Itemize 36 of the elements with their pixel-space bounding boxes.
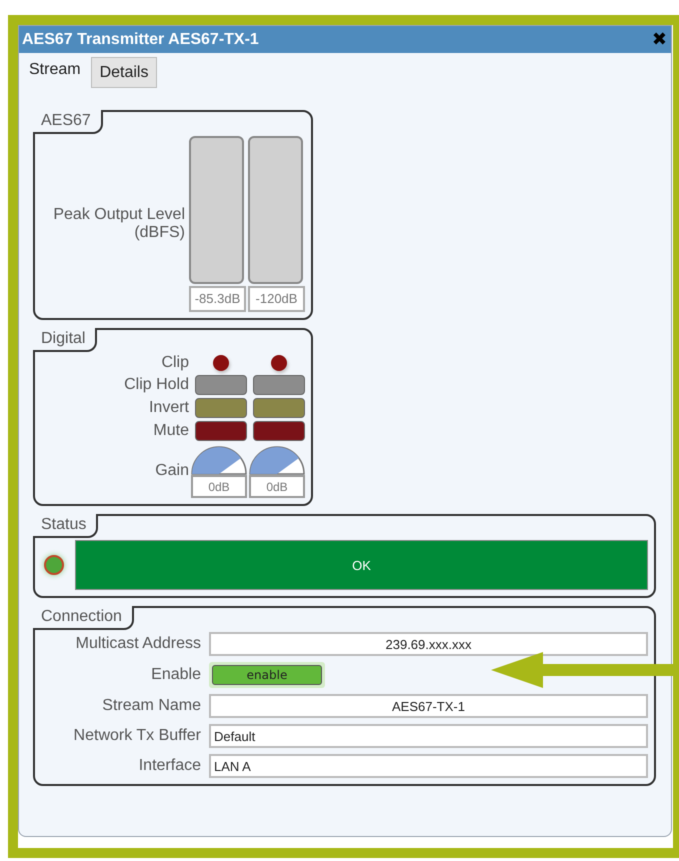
window-title: AES67 Transmitter AES67-TX-1: [22, 30, 259, 48]
close-button[interactable]: ✖: [652, 29, 667, 50]
row-label: Gain: [155, 462, 189, 480]
group-title: Connection: [33, 606, 134, 630]
meter-label: Peak Output Level (dBFS): [53, 206, 185, 242]
row-label: Clip Hold: [124, 376, 189, 394]
tab[interactable]: Details: [90, 57, 158, 88]
gain-reading: 0dB: [191, 475, 247, 498]
gain-knob[interactable]: [249, 444, 305, 475]
group-title: Status: [33, 514, 98, 538]
status-bar: OK: [75, 540, 648, 590]
input-field[interactable]: AES67-TX-1: [209, 694, 648, 718]
field-label: Multicast Address: [74, 635, 201, 653]
toggle-button[interactable]: [253, 398, 305, 418]
group-title: AES67: [33, 110, 103, 134]
field-label: Stream Name: [101, 697, 201, 715]
input-field[interactable]: 239.69.xxx.xxx: [209, 632, 648, 656]
gain-knob[interactable]: [191, 444, 247, 475]
field-label: Enable: [150, 666, 201, 684]
toggle-button[interactable]: [195, 375, 247, 395]
enable-button[interactable]: enable: [212, 665, 322, 685]
toggle-button[interactable]: [253, 375, 305, 395]
input-field[interactable]: Default: [209, 724, 648, 748]
group-title: Digital: [33, 328, 98, 352]
field-label: Interface: [138, 757, 201, 775]
field-label: Network Tx Buffer: [72, 727, 201, 745]
meter-reading: -120dB: [248, 286, 305, 312]
toggle-button[interactable]: [253, 421, 305, 441]
toggle-button[interactable]: [195, 421, 247, 441]
toggle-button[interactable]: [195, 398, 247, 418]
meter-reading: -85.3dB: [189, 286, 246, 312]
row-label: Invert: [148, 399, 189, 417]
row-label: Mute: [153, 422, 189, 440]
input-field[interactable]: LAN A: [209, 754, 648, 778]
row-label: Clip: [161, 354, 189, 372]
gain-reading: 0dB: [249, 475, 305, 498]
